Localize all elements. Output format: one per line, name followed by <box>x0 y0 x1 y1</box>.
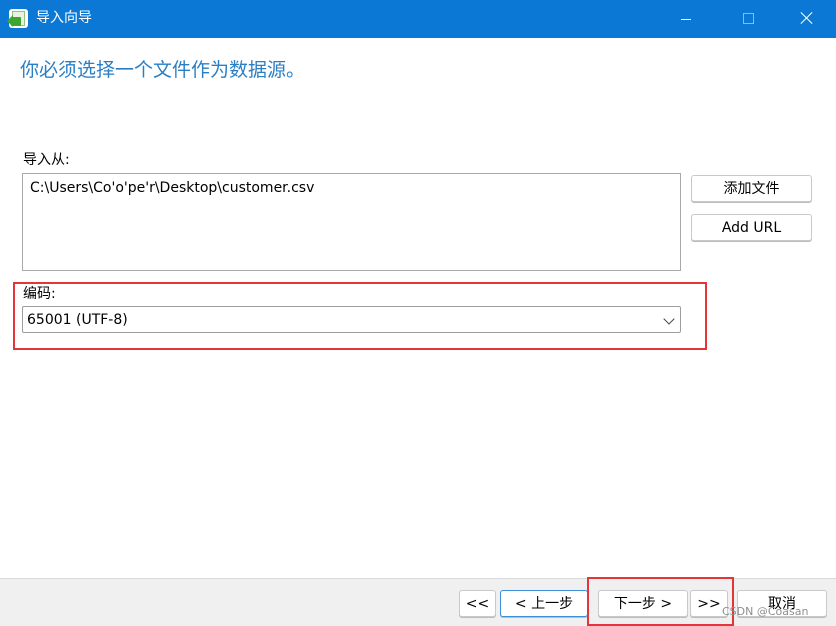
import-from-label: 导入从: <box>23 152 70 168</box>
close-button[interactable] <box>784 0 830 38</box>
import-wizard-icon <box>7 9 28 28</box>
import-path-value: C:\Users\Co'o'pe'r\Desktop\customer.csv <box>30 180 315 196</box>
minimize-button[interactable] <box>663 0 709 38</box>
encoding-select[interactable]: 65001 (UTF-8) <box>22 306 681 333</box>
next-button[interactable]: 下一步 > <box>598 590 688 617</box>
chevron-down-icon <box>663 313 675 325</box>
watermark-text: CSDN @Coasan <box>722 605 809 618</box>
import-path-field[interactable]: C:\Users\Co'o'pe'r\Desktop\customer.csv <box>22 173 681 271</box>
page-heading: 你必须选择一个文件作为数据源。 <box>20 59 306 81</box>
encoding-label: 编码: <box>23 286 56 302</box>
maximize-button[interactable] <box>725 0 771 38</box>
maximize-icon <box>743 13 754 24</box>
first-step-button[interactable]: << <box>459 590 496 617</box>
add-url-button[interactable]: Add URL <box>691 214 812 241</box>
title-bar: 导入向导 <box>0 0 836 38</box>
minimize-icon <box>681 19 691 20</box>
window-title: 导入向导 <box>36 10 92 26</box>
back-button[interactable]: < 上一步 <box>500 590 588 617</box>
add-file-button[interactable]: 添加文件 <box>691 175 812 202</box>
encoding-value: 65001 (UTF-8) <box>27 312 128 328</box>
